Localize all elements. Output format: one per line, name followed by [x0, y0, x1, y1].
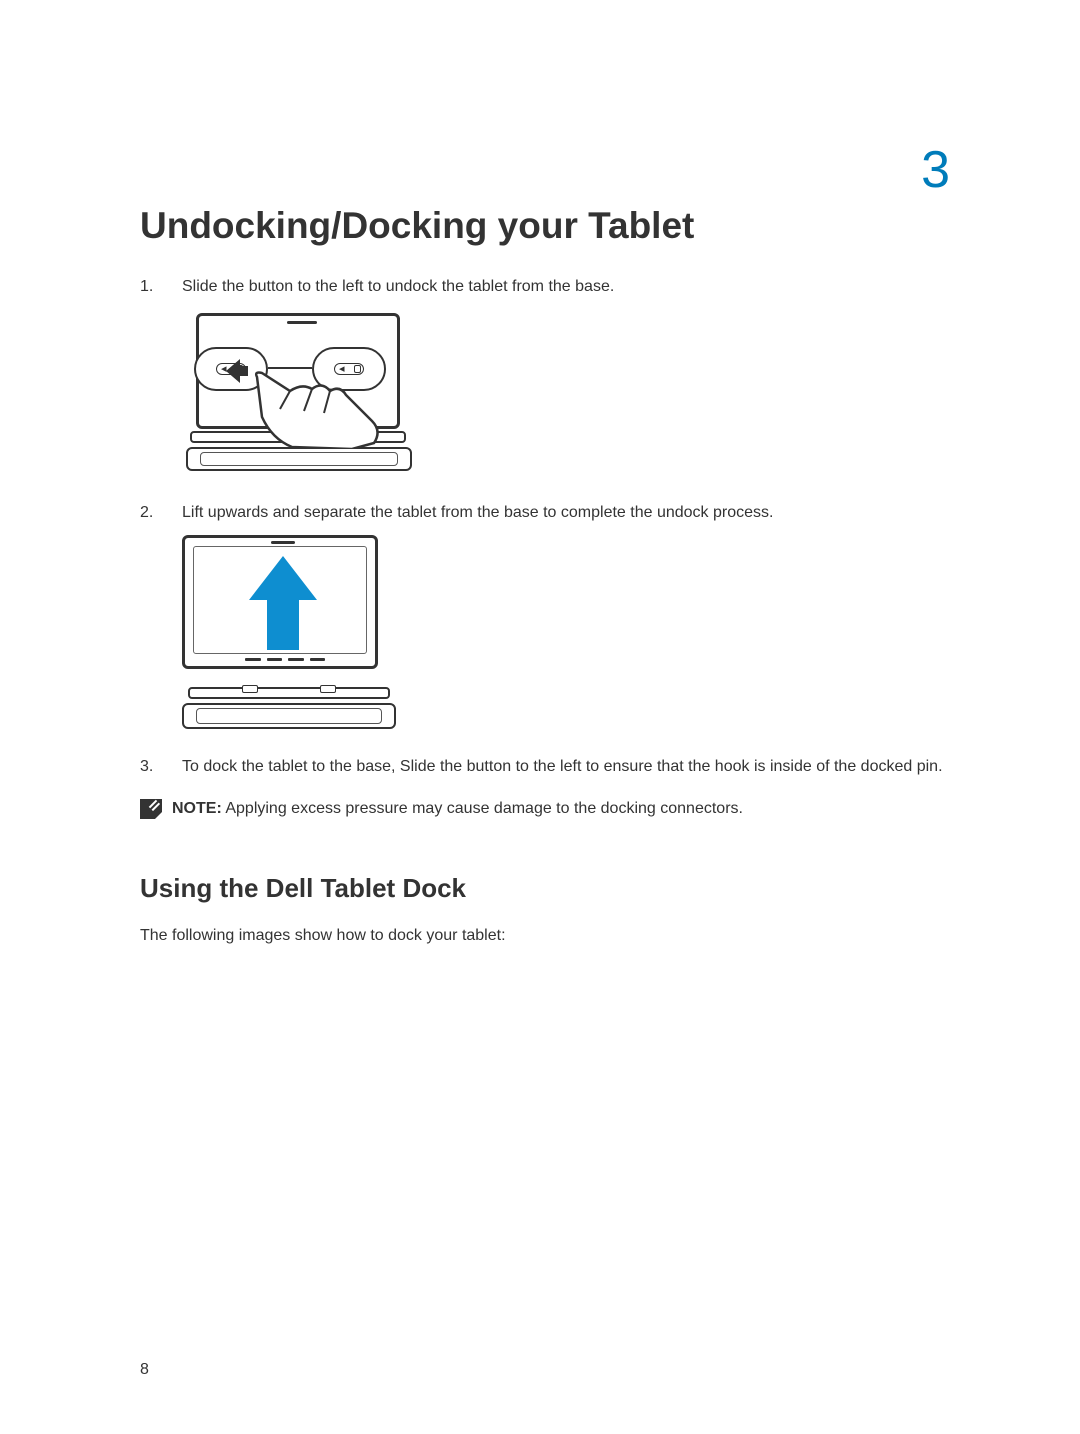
arrow-left-icon: [226, 357, 248, 385]
figure-undock-slide: [182, 309, 950, 479]
figure-dock-base: [182, 687, 396, 733]
section-intro: The following images show how to dock yo…: [140, 924, 950, 948]
note-text: Applying excess pressure may cause damag…: [222, 800, 743, 817]
note-icon: [140, 799, 162, 819]
arrow-up-icon: [249, 556, 317, 658]
step-3: To dock the tablet to the base, Slide th…: [140, 755, 950, 779]
step-3-text: To dock the tablet to the base, Slide th…: [182, 758, 943, 775]
figure-lift-tablet: [182, 535, 950, 733]
hand-icon: [252, 369, 382, 449]
page-number: 8: [140, 1361, 149, 1379]
step-2: Lift upwards and separate the tablet fro…: [140, 501, 950, 733]
note-label: NOTE:: [172, 800, 222, 817]
step-1-text: Slide the button to the left to undock t…: [182, 278, 614, 295]
step-1: Slide the button to the left to undock t…: [140, 275, 950, 479]
section-heading: Using the Dell Tablet Dock: [140, 873, 950, 904]
step-2-text: Lift upwards and separate the tablet fro…: [182, 504, 773, 521]
note-block: NOTE: Applying excess pressure may cause…: [140, 797, 950, 821]
steps-list: Slide the button to the left to undock t…: [140, 275, 950, 779]
chapter-number: 3: [921, 140, 950, 200]
page-title: Undocking/Docking your Tablet: [140, 205, 950, 247]
